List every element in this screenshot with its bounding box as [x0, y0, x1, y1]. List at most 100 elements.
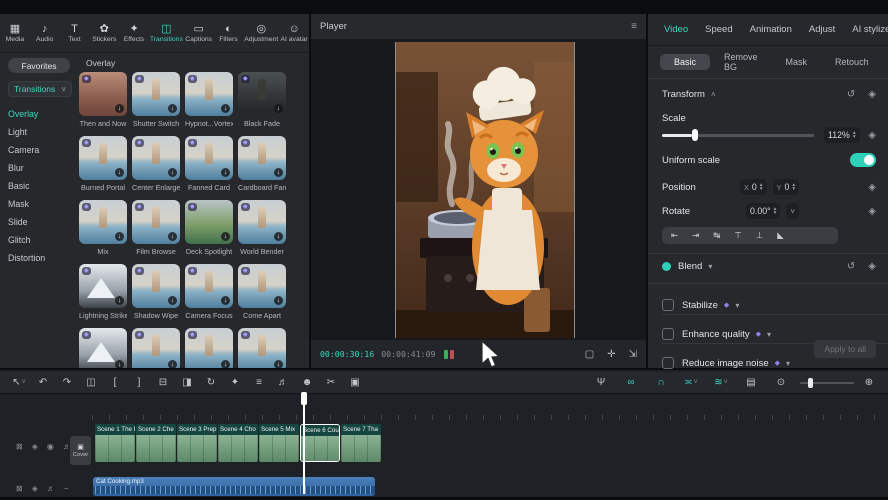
- timeline-tool-button[interactable]: ≋˅: [710, 374, 732, 392]
- chevron-down-icon[interactable]: ▾: [786, 359, 790, 368]
- timeline-tool-button[interactable]: ◨˅: [176, 374, 198, 392]
- download-icon[interactable]: ↓: [274, 296, 283, 305]
- download-icon[interactable]: ↓: [115, 232, 124, 241]
- video-clip[interactable]: Scene 2 Che: [136, 424, 176, 462]
- download-icon[interactable]: ↓: [168, 232, 177, 241]
- align-tool-icon[interactable]: ⊥: [756, 230, 763, 241]
- timeline-tool-button[interactable]: ▣˅: [344, 374, 366, 392]
- inspector-tab[interactable]: Animation: [750, 24, 792, 35]
- inspector-subtab[interactable]: Basic: [660, 54, 710, 70]
- collapse-caret-icon[interactable]: ˄: [711, 90, 716, 99]
- align-tool-icon[interactable]: ⇤: [671, 230, 678, 241]
- snapshot-icon[interactable]: ✛: [607, 349, 615, 360]
- track-control-icon[interactable]: ⊠: [16, 484, 23, 493]
- download-icon[interactable]: ↓: [168, 168, 177, 177]
- reset-icon[interactable]: ↺: [847, 261, 855, 272]
- step-down-icon[interactable]: ▾: [774, 211, 777, 215]
- inspector-tab[interactable]: Speed: [705, 24, 732, 35]
- cover-button[interactable]: ▣ Cover: [70, 436, 91, 465]
- category-item[interactable]: Camera: [8, 141, 80, 159]
- step-down-icon[interactable]: ▾: [853, 135, 856, 139]
- transition-item[interactable]: ◆ ↓ Cardboard Fan: [238, 136, 286, 200]
- timeline-tool-button[interactable]: ↻˅: [200, 374, 222, 392]
- video-clip[interactable]: Scene 4 Cho: [218, 424, 258, 462]
- transition-item[interactable]: ◆ ↓ Burned Portal: [79, 136, 127, 200]
- timeline-tool-button[interactable]: ☻˅: [296, 374, 318, 392]
- download-icon[interactable]: ↓: [115, 104, 124, 113]
- transition-item[interactable]: ◆ ↓ Mix: [79, 200, 127, 264]
- timeline-zoom-slider[interactable]: [800, 377, 854, 389]
- scale-value-box[interactable]: 112% ▴▾: [824, 127, 860, 143]
- timeline-tool-button[interactable]: ✂˅: [320, 374, 342, 392]
- category-item[interactable]: Overlay: [8, 105, 80, 123]
- timeline-tool-button[interactable]: ◫˅: [80, 374, 102, 392]
- timeline-tool-button[interactable]: ]˅: [128, 374, 150, 392]
- transition-item[interactable]: ◆ ↓ Then and Now: [79, 72, 127, 136]
- track-control-icon[interactable]: −: [64, 484, 69, 493]
- chevron-down-icon[interactable]: ▾: [708, 262, 712, 271]
- transition-item[interactable]: ◆ ↓ Fanned Card: [185, 136, 233, 200]
- keyframe-icon[interactable]: ◈: [868, 206, 876, 217]
- download-icon[interactable]: ↓: [115, 360, 124, 368]
- scale-slider-knob[interactable]: [692, 129, 698, 141]
- inspector-tab[interactable]: Adjust: [809, 24, 835, 35]
- uniform-scale-toggle[interactable]: [850, 153, 876, 167]
- transition-item[interactable]: ◆ ↓ Center Enlarge: [132, 136, 180, 200]
- timeline-tool-button[interactable]: ∩˅: [650, 374, 672, 392]
- transition-item[interactable]: ◆ ↓ Hypnot...Vortex: [185, 72, 233, 136]
- video-clip[interactable]: Scene 1 The E: [95, 424, 135, 462]
- category-item[interactable]: Slide: [8, 213, 80, 231]
- fullscreen-icon[interactable]: ⇲: [629, 349, 637, 360]
- download-icon[interactable]: ↓: [274, 104, 283, 113]
- transition-item[interactable]: ◆ ↓: [238, 328, 286, 368]
- inspector-tab[interactable]: Video: [664, 24, 688, 35]
- timeline-tool-button[interactable]: ⊟˅: [152, 374, 174, 392]
- reset-icon[interactable]: ↺: [847, 89, 855, 100]
- timeline-tool-button[interactable]: ↷˅: [56, 374, 78, 392]
- download-icon[interactable]: ↓: [168, 296, 177, 305]
- timeline-ruler[interactable]: [92, 396, 888, 420]
- chevron-down-icon[interactable]: ▾: [735, 301, 739, 310]
- timeline-tool-button[interactable]: ↶˅: [32, 374, 54, 392]
- track-control-icon[interactable]: ◈: [32, 484, 38, 493]
- video-clip[interactable]: Scene 6 Cou: [300, 424, 340, 462]
- category-item[interactable]: Basic: [8, 177, 80, 195]
- inspector-subtab[interactable]: Retouch: [821, 54, 883, 70]
- rotate-dropdown[interactable]: ˅: [786, 203, 799, 219]
- player-menu-icon[interactable]: ≡: [631, 21, 637, 32]
- top-nav-item[interactable]: ☺ AI avatar: [280, 23, 308, 43]
- keyframe-icon[interactable]: ◈: [868, 182, 876, 193]
- transition-item[interactable]: ◆ ↓ Shutter Switch: [132, 72, 180, 136]
- top-nav-item[interactable]: ◫ Transitions: [150, 23, 183, 43]
- align-tool-icon[interactable]: ↹: [713, 230, 720, 241]
- category-item[interactable]: Distortion: [8, 249, 80, 267]
- timeline-tool-button[interactable]: ∞˅: [620, 374, 642, 392]
- transition-item[interactable]: ◆ ↓: [185, 328, 233, 368]
- step-down-icon[interactable]: ▾: [760, 187, 763, 191]
- track-control-icon[interactable]: ◈: [32, 442, 38, 451]
- download-icon[interactable]: ↓: [221, 168, 230, 177]
- download-icon[interactable]: ↓: [115, 168, 124, 177]
- transition-item[interactable]: ◆ ↓ Camera Focus: [185, 264, 233, 328]
- track-control-icon[interactable]: ⊠: [16, 442, 23, 451]
- download-icon[interactable]: ↓: [168, 104, 177, 113]
- track-control-icon[interactable]: ♬: [47, 484, 55, 493]
- inspector-subtab[interactable]: Mask: [772, 54, 822, 70]
- inspector-tab[interactable]: AI stylize: [852, 24, 888, 35]
- category-item[interactable]: Mask: [8, 195, 80, 213]
- timeline-tool-button[interactable]: [˅: [104, 374, 126, 392]
- top-nav-item[interactable]: ▭ Captions: [185, 23, 213, 43]
- audio-clip[interactable]: Cat Cooking.mp3: [93, 477, 375, 496]
- download-icon[interactable]: ↓: [168, 360, 177, 368]
- step-down-icon[interactable]: ▾: [792, 187, 795, 191]
- transition-item[interactable]: ◆ ↓ Black Fade: [238, 72, 286, 136]
- timeline-tool-button[interactable]: ✦˅: [224, 374, 246, 392]
- apply-to-all-button[interactable]: Apply to all: [814, 340, 876, 358]
- transitions-group-dropdown[interactable]: Transitions ˅: [8, 81, 72, 97]
- timeline-tool-button[interactable]: ▤˅: [740, 374, 762, 392]
- category-item[interactable]: Light: [8, 123, 80, 141]
- top-nav-item[interactable]: ▦ Media: [1, 23, 29, 43]
- top-nav-item[interactable]: ✦ Effects: [120, 23, 148, 43]
- align-tool-icon[interactable]: ⇥: [692, 230, 699, 241]
- scale-slider[interactable]: [662, 129, 814, 141]
